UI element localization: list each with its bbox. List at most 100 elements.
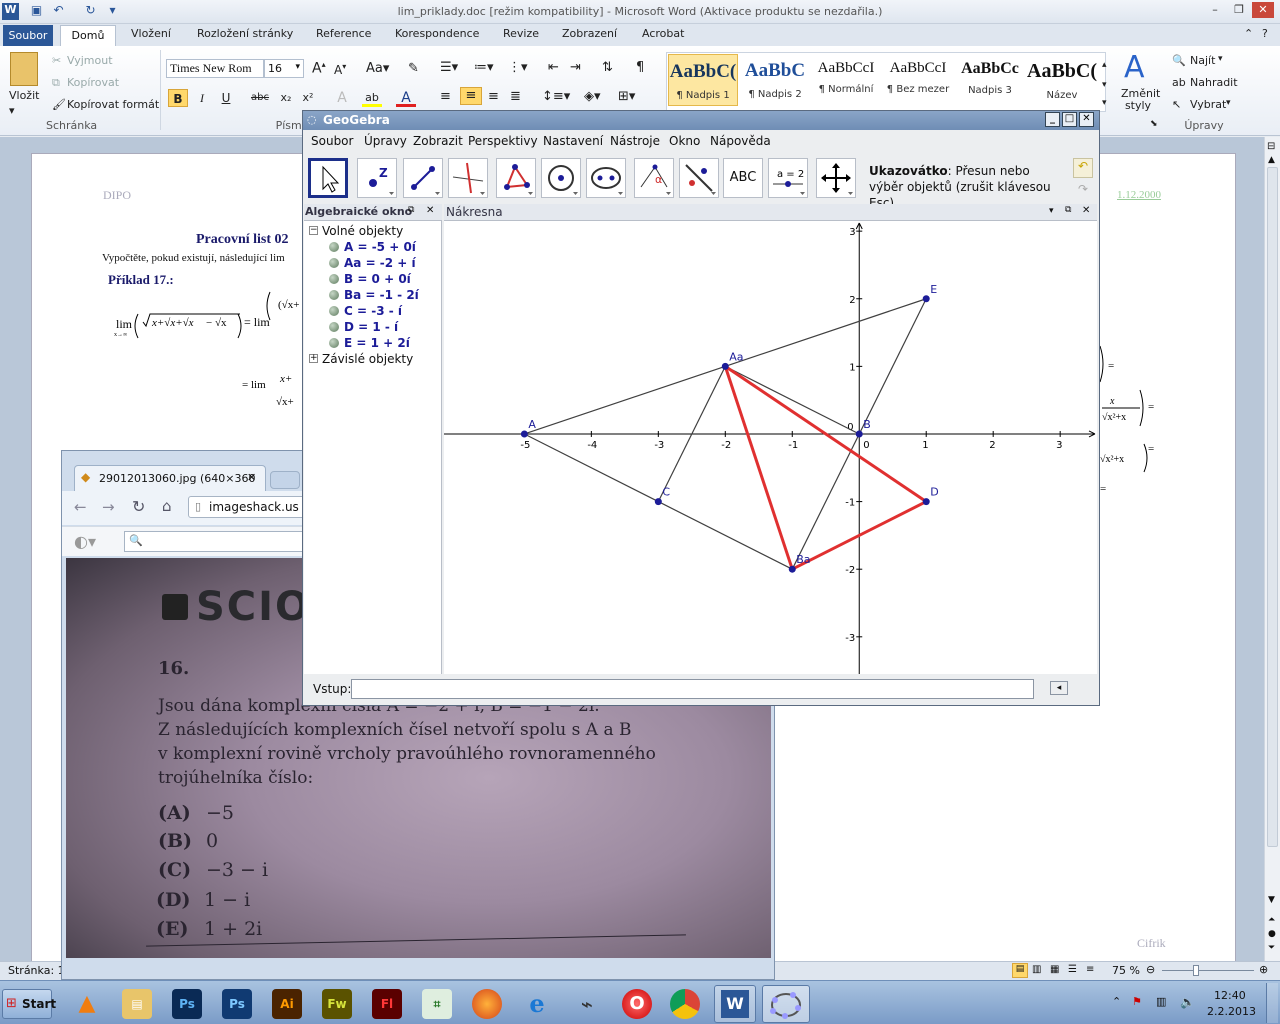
gg-menu-soubor[interactable]: Soubor <box>311 134 353 148</box>
algebra-object-b[interactable]: B = 0 + 0í <box>344 272 411 286</box>
style-nadpis-2[interactable]: AaBbC ¶ Nadpis 2 <box>740 54 810 106</box>
maximize-icon[interactable]: ❐ <box>1228 2 1250 18</box>
gg-menu-napoveda[interactable]: Nápověda <box>710 134 771 148</box>
tab-vlozeni[interactable]: Vložení <box>131 27 171 40</box>
tab-zobrazeni[interactable]: Zobrazení <box>562 27 617 40</box>
gg-maximize-icon[interactable]: □ <box>1062 112 1077 127</box>
point-tool[interactable]: Z <box>357 158 397 198</box>
close-icon[interactable]: ✕ <box>1252 2 1274 18</box>
paste-icon[interactable] <box>10 52 38 86</box>
ruler-toggle-icon[interactable]: ⊟ <box>1267 141 1275 152</box>
styles-launcher-icon[interactable]: ⬊ <box>1150 119 1158 129</box>
scroll-up-icon[interactable]: ▲ <box>1268 155 1275 165</box>
input-field[interactable] <box>351 679 1034 699</box>
photoshop-icon[interactable]: Ps <box>172 989 202 1019</box>
geogebra-app-icon[interactable]: ◌ <box>307 113 317 126</box>
shading-icon[interactable]: ◈▾ <box>584 89 601 104</box>
explorer-icon[interactable]: ▤ <box>122 989 152 1019</box>
italic-button[interactable]: I <box>192 89 212 107</box>
calculator-icon[interactable]: ⌗ <box>422 989 452 1019</box>
select-icon[interactable]: ↖ <box>1172 98 1181 111</box>
graphics-style-icon[interactable]: ▾ <box>1049 206 1054 216</box>
photoshop-icon[interactable]: Ps <box>222 989 252 1019</box>
zoom-in-icon[interactable]: ⊕ <box>1259 963 1268 976</box>
scroll-thumb[interactable] <box>1267 167 1278 847</box>
browse-object-icon[interactable]: ● <box>1268 929 1276 939</box>
find-icon[interactable]: 🔍 <box>1172 54 1186 67</box>
line-tool[interactable] <box>403 158 443 198</box>
font-color-icon[interactable]: A <box>396 89 416 107</box>
align-right-icon[interactable]: ≡ <box>488 89 499 104</box>
forward-icon[interactable]: → <box>102 498 115 516</box>
visibility-toggle-icon[interactable] <box>329 274 339 284</box>
font-name-field[interactable]: Times New Rom <box>166 59 264 78</box>
ribbon-collapse-icon[interactable]: ⌃ <box>1244 27 1253 40</box>
styles-more-icon[interactable]: ▾ <box>1102 98 1107 108</box>
graphics-canvas[interactable]: -5 -4 -3 -2 -1 0 1 2 3-3-2-11230AAaBBaC DE <box>444 221 1097 674</box>
firefox-icon[interactable] <box>472 989 502 1019</box>
minimize-icon[interactable]: – <box>1204 2 1226 18</box>
justify-icon[interactable]: ≣ <box>510 89 521 104</box>
input-help-icon[interactable]: ◂ <box>1050 681 1068 695</box>
visibility-toggle-icon[interactable] <box>329 258 339 268</box>
outline-icon[interactable]: ☰ <box>1068 964 1077 975</box>
select-dropdown-icon[interactable]: ▾ <box>1226 98 1231 108</box>
gg-menu-zobrazit[interactable]: Zobrazit <box>413 134 463 148</box>
angle-tool[interactable]: α <box>634 158 674 198</box>
paste-dropdown-icon[interactable]: ▾ <box>9 104 15 117</box>
gg-minimize-icon[interactable]: _ <box>1045 112 1060 127</box>
tab-soubor[interactable]: Soubor <box>3 25 53 46</box>
reload-icon[interactable]: ↻ <box>132 497 145 516</box>
gg-menu-nastroje[interactable]: Nástroje <box>610 134 660 148</box>
toolbar-logo-icon[interactable]: ◐▾ <box>74 532 96 551</box>
strikethrough-button[interactable]: abc <box>250 89 270 107</box>
algebra-object-ba[interactable]: Ba = -1 - 2í <box>344 288 419 302</box>
scroll-down-icon[interactable]: ▼ <box>1268 895 1275 905</box>
gg-menu-upravy[interactable]: Úpravy <box>364 134 407 148</box>
align-left-icon[interactable]: ≡ <box>440 89 451 104</box>
network-icon[interactable]: ▥ <box>1156 995 1166 1008</box>
style-nadpis-1[interactable]: AaBbC(¶ Nadpis 1 <box>668 54 738 106</box>
grow-font-icon[interactable]: A▴ <box>312 60 326 77</box>
style-normalni[interactable]: AaBbCcI ¶ Normální <box>811 54 881 106</box>
conic-tool[interactable] <box>586 158 626 198</box>
undo-arrow-icon[interactable]: ↶ <box>1073 158 1093 178</box>
algebra-object-e[interactable]: E = 1 + 2í <box>344 336 410 350</box>
change-styles-icon[interactable]: A <box>1124 50 1145 85</box>
bullets-icon[interactable]: ☰▾ <box>440 60 458 75</box>
highlight-icon[interactable]: ab <box>362 89 382 107</box>
font-size-field[interactable]: 16 ▾ <box>264 59 304 78</box>
browser-tab[interactable]: ◆ 29012013060.jpg (640×360 ✕ <box>74 465 266 491</box>
style-nazev[interactable]: AaBbC(Název <box>1027 54 1097 106</box>
back-icon[interactable]: ← <box>74 498 87 516</box>
numbering-icon[interactable]: ≔▾ <box>474 60 494 75</box>
new-tab-button[interactable] <box>270 471 300 489</box>
graphics-view[interactable]: -5 -4 -3 -2 -1 0 1 2 3 -3 -2 -1 1 2 3 0 A Aa B Ba C D E <box>444 221 1097 674</box>
polygon-tool[interactable] <box>496 158 536 198</box>
tab-rozlozeni[interactable]: Rozložení stránky <box>197 27 293 40</box>
volume-icon[interactable]: 🔈 <box>1180 995 1195 1009</box>
algebra-object-a[interactable]: A = -5 + 0í <box>344 240 416 254</box>
home-icon[interactable]: ⌂ <box>162 497 172 515</box>
style-nadpis-3[interactable]: AaBbCc Nadpis 3 <box>955 54 1025 106</box>
opera-icon[interactable]: O <box>622 989 652 1019</box>
cut-button[interactable]: Vyjmout <box>67 54 113 67</box>
format-painter-icon[interactable]: 🖌 <box>52 98 66 111</box>
algebra-undock-icon[interactable]: ⧉ <box>408 205 414 215</box>
zoom-slider-thumb[interactable] <box>1193 965 1199 976</box>
redo-arrow-icon[interactable]: ↷ <box>1073 182 1093 200</box>
algebra-object-c[interactable]: C = -3 - í <box>344 304 402 318</box>
gg-menu-perspektivy[interactable]: Perspektivy <box>468 134 538 148</box>
usb-icon[interactable]: ⌁ <box>572 989 602 1019</box>
fireworks-icon[interactable]: Fw <box>322 989 352 1019</box>
tab-korespondence[interactable]: Korespondence <box>395 27 479 40</box>
cut-icon[interactable]: ✂ <box>52 54 61 67</box>
ie-icon[interactable]: e <box>522 989 552 1019</box>
move-view-tool[interactable] <box>816 158 856 198</box>
text-tool[interactable]: ABC <box>723 158 763 198</box>
tray-expand-icon[interactable]: ⌃ <box>1112 995 1121 1008</box>
clock-date[interactable]: 2.2.2013 <box>1207 1005 1256 1018</box>
print-layout-icon[interactable]: ▤ <box>1012 963 1028 978</box>
visibility-toggle-icon[interactable] <box>329 242 339 252</box>
superscript-button[interactable]: x² <box>298 89 318 107</box>
